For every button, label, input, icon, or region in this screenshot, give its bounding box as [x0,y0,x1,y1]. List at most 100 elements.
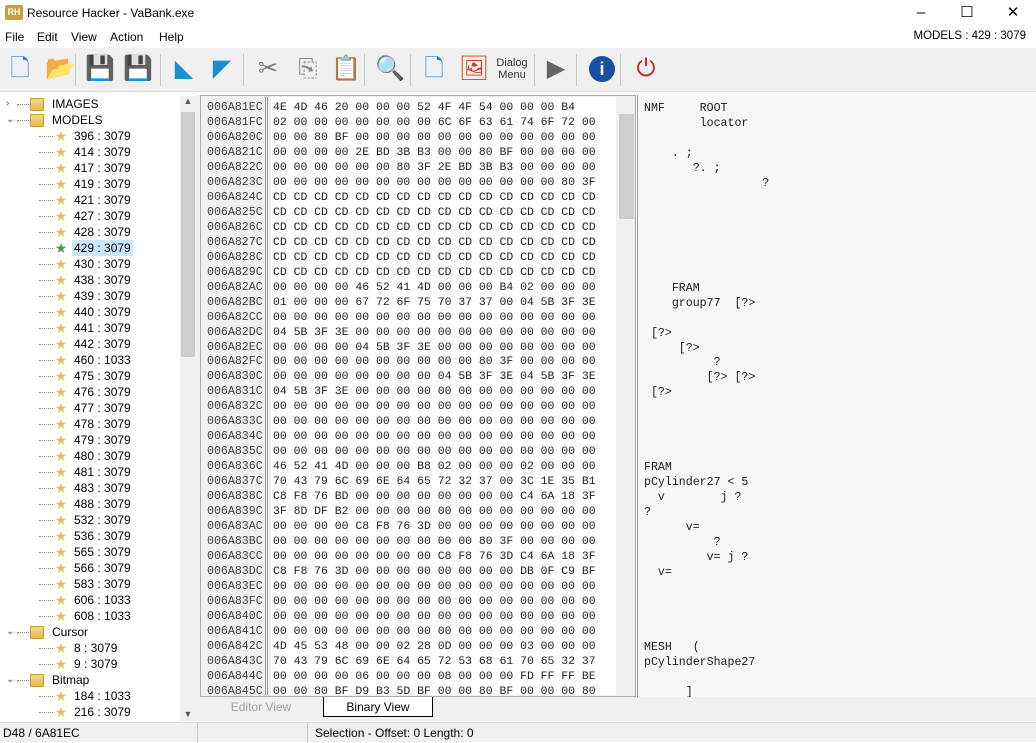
tree-item[interactable]: ★ 8 : 3079 [54,640,119,656]
tree-item[interactable]: ★ 440 : 3079 [54,304,133,320]
hex-row[interactable]: C8 F8 76 3D 00 00 00 00 00 00 00 00 DB 0… [273,564,596,579]
tree-item[interactable]: ★ 427 : 3079 [54,208,133,224]
tree-item[interactable]: ★ 608 : 1033 [54,608,133,624]
hex-row[interactable]: 00 00 00 00 C8 F8 76 3D 00 00 00 00 00 0… [273,519,596,534]
save-as-button[interactable]: 💾 [122,53,154,85]
hex-row[interactable]: 00 00 00 00 00 00 80 3F 2E BD 3B B3 00 0… [273,160,596,175]
ascii-row[interactable]: v= [644,520,700,535]
hex-row[interactable]: 00 00 00 00 00 00 00 00 00 00 00 00 00 0… [273,175,596,190]
tree-item[interactable]: ★ 583 : 3079 [54,576,133,592]
tree-item[interactable]: ★ 438 : 3079 [54,272,133,288]
ascii-row[interactable]: [?> [644,385,672,400]
tab-editor-view[interactable]: Editor View [200,697,322,717]
tree-item[interactable]: ★ 442 : 3079 [54,336,133,352]
hex-row[interactable]: CD CD CD CD CD CD CD CD CD CD CD CD CD C… [273,235,596,250]
hex-row[interactable]: 4E 4D 46 20 00 00 00 52 4F 4F 54 00 00 0… [273,100,575,115]
hex-row[interactable]: 04 5B 3F 3E 00 00 00 00 00 00 00 00 00 0… [273,325,596,340]
tree-item[interactable]: ★ 480 : 3079 [54,448,133,464]
ascii-row[interactable]: FRAM [644,460,672,475]
hex-row[interactable]: 46 52 41 4D 00 00 00 B8 02 00 00 00 02 0… [273,459,596,474]
hex-row[interactable]: 00 00 00 00 00 00 00 00 00 00 00 00 00 0… [273,579,596,594]
hex-bytes[interactable]: 4E 4D 46 20 00 00 00 52 4F 4F 54 00 00 0… [271,97,616,695]
tree-item[interactable]: ★ 396 : 3079 [54,128,133,144]
tree-item[interactable]: ★ 488 : 3079 [54,496,133,512]
hex-row[interactable]: 00 00 00 00 46 52 41 4D 00 00 00 B4 02 0… [273,280,596,295]
hex-row[interactable]: 00 00 00 00 00 00 00 00 00 00 00 00 00 0… [273,414,596,429]
ascii-row[interactable]: pCylinderShape27 [644,655,755,670]
tree-item[interactable]: ★ 419 : 3079 [54,176,133,192]
hex-row[interactable]: 00 00 00 00 00 00 00 00 00 00 80 3F 00 0… [273,354,596,369]
info-button[interactable]: i [586,53,618,85]
hex-row[interactable]: 00 00 00 00 00 00 00 00 00 00 80 3F 00 0… [273,534,596,549]
hex-row[interactable]: 00 00 00 00 2E BD 3B B3 00 00 80 BF 00 0… [273,145,596,160]
tree-item[interactable]: ★ 566 : 3079 [54,560,133,576]
hex-row[interactable]: 04 5B 3F 3E 00 00 00 00 00 00 00 00 00 0… [273,384,596,399]
tree-scroll-thumb[interactable] [181,112,195,357]
compile-button[interactable]: ◣ [168,53,200,85]
tree-item[interactable]: ★ 417 : 3079 [54,160,133,176]
hex-row[interactable]: 70 43 79 6C 69 6E 64 65 72 32 37 00 3C 1… [273,474,596,489]
chevron-down-icon[interactable]: ⌄ [6,626,14,637]
cut-button[interactable]: ✂ [252,53,284,85]
ascii-row[interactable]: v j ? [644,490,742,505]
ascii-row[interactable]: ] [644,685,693,697]
tree-item[interactable]: ★ 565 : 3079 [54,544,133,560]
ascii-row[interactable]: locator [644,116,749,131]
hex-row[interactable]: 00 00 00 00 00 00 00 00 C8 F8 76 3D C4 6… [273,549,596,564]
hex-row[interactable]: CD CD CD CD CD CD CD CD CD CD CD CD CD C… [273,205,596,220]
tree-item[interactable]: ★ 460 : 1033 [54,352,133,368]
ascii-text-view[interactable]: NMF ROOT locator . ; ?. ; ? FRAM group77… [637,95,1036,697]
tree-item[interactable]: ★ 532 : 3079 [54,512,133,528]
ascii-row[interactable]: . ; [644,146,693,161]
ascii-row[interactable]: [?> [644,341,700,356]
tree-folder-bitmap[interactable]: Bitmap [30,672,91,688]
ascii-row[interactable]: ? [644,535,721,550]
ascii-row[interactable]: v= [644,565,672,580]
hex-row[interactable]: 00 00 00 00 00 00 00 00 00 00 00 00 00 0… [273,594,596,609]
hex-row[interactable]: 00 00 00 00 00 00 00 00 00 00 00 00 00 0… [273,624,596,639]
open-folder-button[interactable]: 📂 [44,53,76,85]
hex-scroll-thumb[interactable] [619,114,634,219]
tree-item[interactable]: ★ 421 : 3079 [54,192,133,208]
hex-row[interactable]: 70 43 79 6C 69 6E 64 65 72 53 68 61 70 6… [273,654,596,669]
copy-button[interactable]: ⎘ [292,53,324,85]
tree-item[interactable]: ★ 216 : 3079 [54,704,133,720]
scroll-down-icon[interactable]: ▼ [180,709,196,719]
tree-item[interactable]: ★ 483 : 3079 [54,480,133,496]
ascii-row[interactable]: FRAM [644,281,700,296]
tree-item[interactable]: ★ 536 : 3079 [54,528,133,544]
hex-row[interactable]: C8 F8 76 BD 00 00 00 00 00 00 00 00 C4 6… [273,489,596,504]
tree-item[interactable]: ★ 481 : 3079 [54,464,133,480]
ascii-row[interactable]: ? [644,355,721,370]
tree-item[interactable]: ★ 476 : 3079 [54,384,133,400]
add-dialog-menu-button[interactable]: Dialog Menu [496,53,528,85]
hex-row[interactable]: CD CD CD CD CD CD CD CD CD CD CD CD CD C… [273,265,596,280]
hex-row[interactable]: 00 00 00 00 04 5B 3F 3E 00 00 00 00 00 0… [273,340,596,355]
hex-row[interactable]: 00 00 00 00 06 00 00 00 08 00 00 00 FD F… [273,669,596,684]
hex-row[interactable]: 00 00 80 BF 00 00 00 00 00 00 00 00 00 0… [273,130,596,145]
paste-button[interactable]: 📋 [330,53,362,85]
chevron-right-icon[interactable]: › [6,98,9,109]
tree-item[interactable]: ★ 475 : 3079 [54,368,133,384]
hex-row[interactable]: 00 00 00 00 00 00 00 00 00 00 00 00 00 0… [273,609,596,624]
menu-view[interactable]: View [71,30,97,44]
hex-row[interactable]: 00 00 00 00 00 00 00 00 00 00 00 00 00 0… [273,310,596,325]
ascii-row[interactable]: [?> [644,326,672,341]
chevron-down-icon[interactable]: ⌄ [6,114,14,125]
tree-item[interactable]: ★ 430 : 3079 [54,256,133,272]
ascii-row[interactable]: MESH ( [644,640,700,655]
tree-folder-images[interactable]: IMAGES [30,96,101,112]
hex-row[interactable]: CD CD CD CD CD CD CD CD CD CD CD CD CD C… [273,250,596,265]
add-image-button[interactable]: 🖼 [458,53,490,85]
close-button[interactable]: ✕ [990,0,1036,26]
hex-row[interactable]: 00 00 00 00 00 00 00 00 04 5B 3F 3E 04 5… [273,369,596,384]
exit-button[interactable]: ⏻ [630,53,662,85]
tree-folder-models[interactable]: MODELS [30,112,105,128]
tree-item[interactable]: ★ 478 : 3079 [54,416,133,432]
ascii-row[interactable]: group77 [?> [644,296,756,311]
hex-row[interactable]: CD CD CD CD CD CD CD CD CD CD CD CD CD C… [273,220,596,235]
hex-row[interactable]: 00 00 80 BF D9 B3 5D BF 00 00 80 BF 00 0… [273,684,596,695]
tree-item[interactable]: ★ 439 : 3079 [54,288,133,304]
hex-row[interactable]: 00 00 00 00 00 00 00 00 00 00 00 00 00 0… [273,444,596,459]
run-button[interactable]: ▶ [540,53,572,85]
